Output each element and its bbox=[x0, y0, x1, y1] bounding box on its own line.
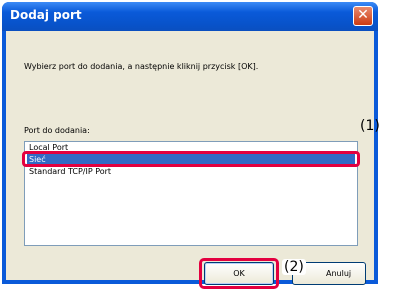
selection-highlight-frame bbox=[22, 151, 360, 167]
title-bar[interactable]: Dodaj port ✕ bbox=[2, 2, 378, 31]
instruction-text: Wybierz port do dodania, a następnie kli… bbox=[24, 62, 259, 71]
dialog-body: Wybierz port do dodania, a następnie kli… bbox=[6, 31, 374, 289]
add-port-dialog: Dodaj port ✕ Wybierz port do dodania, a … bbox=[2, 2, 378, 289]
ok-button[interactable]: OK bbox=[204, 262, 274, 285]
list-item-standard-tcpip-port[interactable]: Standard TCP/IP Port bbox=[27, 166, 355, 178]
close-icon[interactable]: ✕ bbox=[353, 6, 373, 26]
dialog-title: Dodaj port bbox=[10, 8, 82, 22]
callout-2: (2) bbox=[282, 259, 306, 275]
port-to-add-label: Port do dodania: bbox=[24, 126, 90, 135]
cancel-button-label: Anuluj bbox=[326, 269, 352, 278]
callout-1: (1) bbox=[360, 118, 380, 134]
